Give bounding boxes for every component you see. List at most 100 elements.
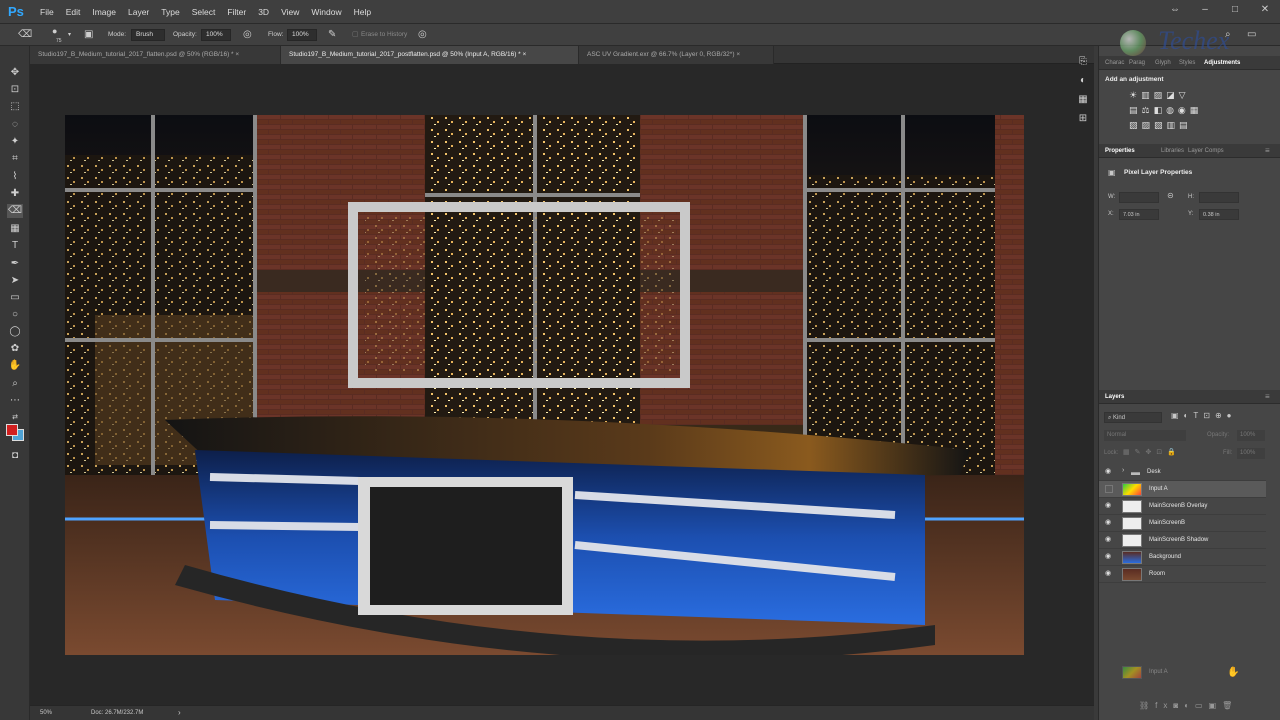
history-icon[interactable]: ⎘: [1072, 56, 1094, 75]
tab-libraries[interactable]: Libraries: [1161, 144, 1184, 158]
layer-thumbnail: [1122, 483, 1142, 496]
x-input[interactable]: 7.03 in: [1119, 209, 1159, 220]
adjustment-icons[interactable]: ☀▥▨◪▽ ▤⚖◧◍◉▦ ▨▨▨▥▤: [1129, 88, 1239, 134]
flow-input[interactable]: 100%: [287, 29, 317, 41]
close-icon[interactable]: ✕: [1250, 0, 1280, 20]
layer-filter-select[interactable]: ⌕ Kind: [1104, 412, 1162, 423]
eraser-tool-icon[interactable]: ⌫: [7, 204, 23, 218]
document-workspace: [30, 64, 1094, 705]
layer-row-background[interactable]: ◉ Background: [1099, 549, 1266, 566]
tab-flatten[interactable]: Studio197_B_Medium_tutorial_2017_flatten…: [30, 46, 281, 64]
restore-arrows-icon[interactable]: ⇔: [1160, 0, 1190, 20]
layer-filter-icons[interactable]: ▣◐T⊡⊕●: [1171, 411, 1237, 420]
swatches-icon[interactable]: ▦: [1072, 94, 1094, 113]
layer-row-mainscreenb-overlay[interactable]: ◉ MainScreenB Overlay: [1099, 498, 1266, 515]
lock-icons[interactable]: ▦✎✥⊡🔒: [1123, 448, 1181, 456]
menu-edit[interactable]: Edit: [60, 0, 87, 24]
visibility-toggle[interactable]: [1105, 485, 1113, 493]
height-input[interactable]: [1199, 192, 1239, 203]
tab-postflatten[interactable]: Studio197_B_Medium_tutorial_2017_postfla…: [281, 46, 579, 64]
color-icon[interactable]: ◐: [1072, 75, 1094, 94]
eye-icon[interactable]: ◉: [1105, 553, 1114, 561]
move-tool-icon[interactable]: ✥: [7, 66, 23, 80]
menu-3d[interactable]: 3D: [252, 0, 275, 24]
path-selection-icon[interactable]: ➤: [7, 274, 23, 288]
foreground-color-swatch[interactable]: [6, 424, 18, 436]
layer-row-mainscreenb-shadow[interactable]: ◉ MainScreenB Shadow: [1099, 532, 1266, 549]
magic-wand-icon[interactable]: ✦: [7, 135, 23, 149]
lasso-tool-icon[interactable]: ◌: [7, 118, 23, 132]
marquee-tool-icon[interactable]: ⬚: [7, 100, 23, 114]
blend-mode-select[interactable]: Normal: [1104, 430, 1186, 441]
document-canvas[interactable]: [65, 115, 1024, 655]
layer-name: Background: [1149, 554, 1182, 560]
maximize-icon[interactable]: □: [1220, 0, 1250, 20]
panel-menu-icon[interactable]: ≡: [1265, 144, 1270, 158]
ellipse-shape-icon[interactable]: ◯: [7, 325, 23, 339]
ellipse-tool-icon[interactable]: ○: [7, 308, 23, 322]
artboard-tool-icon[interactable]: ⊡: [7, 83, 23, 97]
chevron-down-icon[interactable]: ▾: [68, 24, 71, 46]
eye-icon[interactable]: ◉: [1105, 536, 1114, 544]
fill-label: Fill:: [1223, 450, 1233, 456]
quick-mask-icon[interactable]: ◘: [7, 449, 23, 463]
close-icon[interactable]: ×: [235, 51, 239, 58]
tools-panel: ✥ ⊡ ⬚ ◌ ✦ ⌗ ⌇ ✚ ⌫ ▦ T ✒ ➤ ▭ ○ ◯ ✿ ✋ ⌕ ⋯ …: [0, 46, 30, 720]
eyedropper-tool-icon[interactable]: ⌇: [7, 170, 23, 184]
y-input[interactable]: 0.38 in: [1199, 209, 1239, 220]
zoom-level[interactable]: 50%: [40, 706, 52, 720]
menu-type[interactable]: Type: [155, 0, 185, 24]
chevron-right-icon[interactable]: ›: [1122, 467, 1124, 474]
tab-uv-gradient[interactable]: ASC UV Gradient.exr @ 66.7% (Layer 0, RG…: [579, 46, 774, 64]
menu-view[interactable]: View: [275, 0, 305, 24]
menu-window[interactable]: Window: [305, 0, 347, 24]
layer-opacity-input[interactable]: 100%: [1237, 430, 1265, 441]
eye-icon[interactable]: ◉: [1105, 502, 1114, 510]
tab-layers[interactable]: Layers: [1105, 390, 1124, 404]
healing-brush-icon[interactable]: ✚: [7, 187, 23, 201]
navigator-icon[interactable]: ⊞: [1072, 113, 1094, 132]
chevron-right-icon[interactable]: ›: [178, 706, 181, 720]
mode-select[interactable]: Brush: [131, 29, 165, 41]
panel-menu-icon[interactable]: ≡: [1265, 390, 1270, 404]
erase-history-checkbox[interactable]: ▢: [352, 24, 359, 46]
width-input[interactable]: [1119, 192, 1159, 203]
layer-row-room[interactable]: ◉ Room: [1099, 566, 1266, 583]
brush-panel-icon[interactable]: ▣: [84, 24, 93, 46]
layer-row-input-a[interactable]: Input A: [1099, 481, 1266, 498]
zoom-tool-icon[interactable]: ⌕: [7, 377, 23, 391]
opacity-input[interactable]: 100%: [201, 29, 231, 41]
layer-row-mainscreenb[interactable]: ◉ MainScreenB: [1099, 515, 1266, 532]
custom-shape-icon[interactable]: ✿: [7, 342, 23, 356]
eye-icon[interactable]: ◉: [1105, 519, 1114, 527]
eye-icon[interactable]: ◉: [1105, 468, 1114, 476]
eraser-tool-icon[interactable]: ⌫: [18, 24, 32, 46]
menu-layer[interactable]: Layer: [122, 0, 155, 24]
menu-select[interactable]: Select: [186, 0, 222, 24]
rectangle-tool-icon[interactable]: ▭: [7, 291, 23, 305]
menu-image[interactable]: Image: [86, 0, 122, 24]
close-icon[interactable]: ×: [736, 51, 740, 58]
layer-row-desk[interactable]: ◉ › ▬ Desk: [1099, 464, 1266, 481]
link-icon[interactable]: ⊝: [1167, 191, 1174, 200]
tab-layer-comps[interactable]: Layer Comps: [1188, 144, 1224, 158]
gradient-tool-icon[interactable]: ▦: [7, 222, 23, 236]
menu-filter[interactable]: Filter: [221, 0, 252, 24]
eye-icon[interactable]: ◉: [1105, 570, 1114, 578]
more-tools-icon[interactable]: ⋯: [7, 394, 23, 408]
pressure-opacity-icon[interactable]: ◎: [243, 24, 252, 46]
type-tool-icon[interactable]: T: [7, 239, 23, 253]
close-icon[interactable]: ×: [523, 51, 527, 58]
tab-properties[interactable]: Properties: [1105, 144, 1135, 158]
crop-tool-icon[interactable]: ⌗: [7, 152, 23, 166]
layers-footer-buttons[interactable]: ⛓fx◙◐▭▣🗑: [1139, 701, 1238, 710]
airbrush-icon[interactable]: ✎: [328, 24, 336, 46]
hand-tool-icon[interactable]: ✋: [7, 359, 23, 373]
menu-list: File Edit Image Layer Type Select Filter…: [34, 0, 377, 24]
fill-input[interactable]: 100%: [1237, 448, 1265, 459]
pen-tool-icon[interactable]: ✒: [7, 257, 23, 271]
swap-colors-icon[interactable]: ⇄: [7, 411, 23, 425]
menu-help[interactable]: Help: [348, 0, 377, 24]
minimize-icon[interactable]: –: [1190, 0, 1220, 20]
pressure-size-icon[interactable]: ◎: [418, 24, 427, 46]
